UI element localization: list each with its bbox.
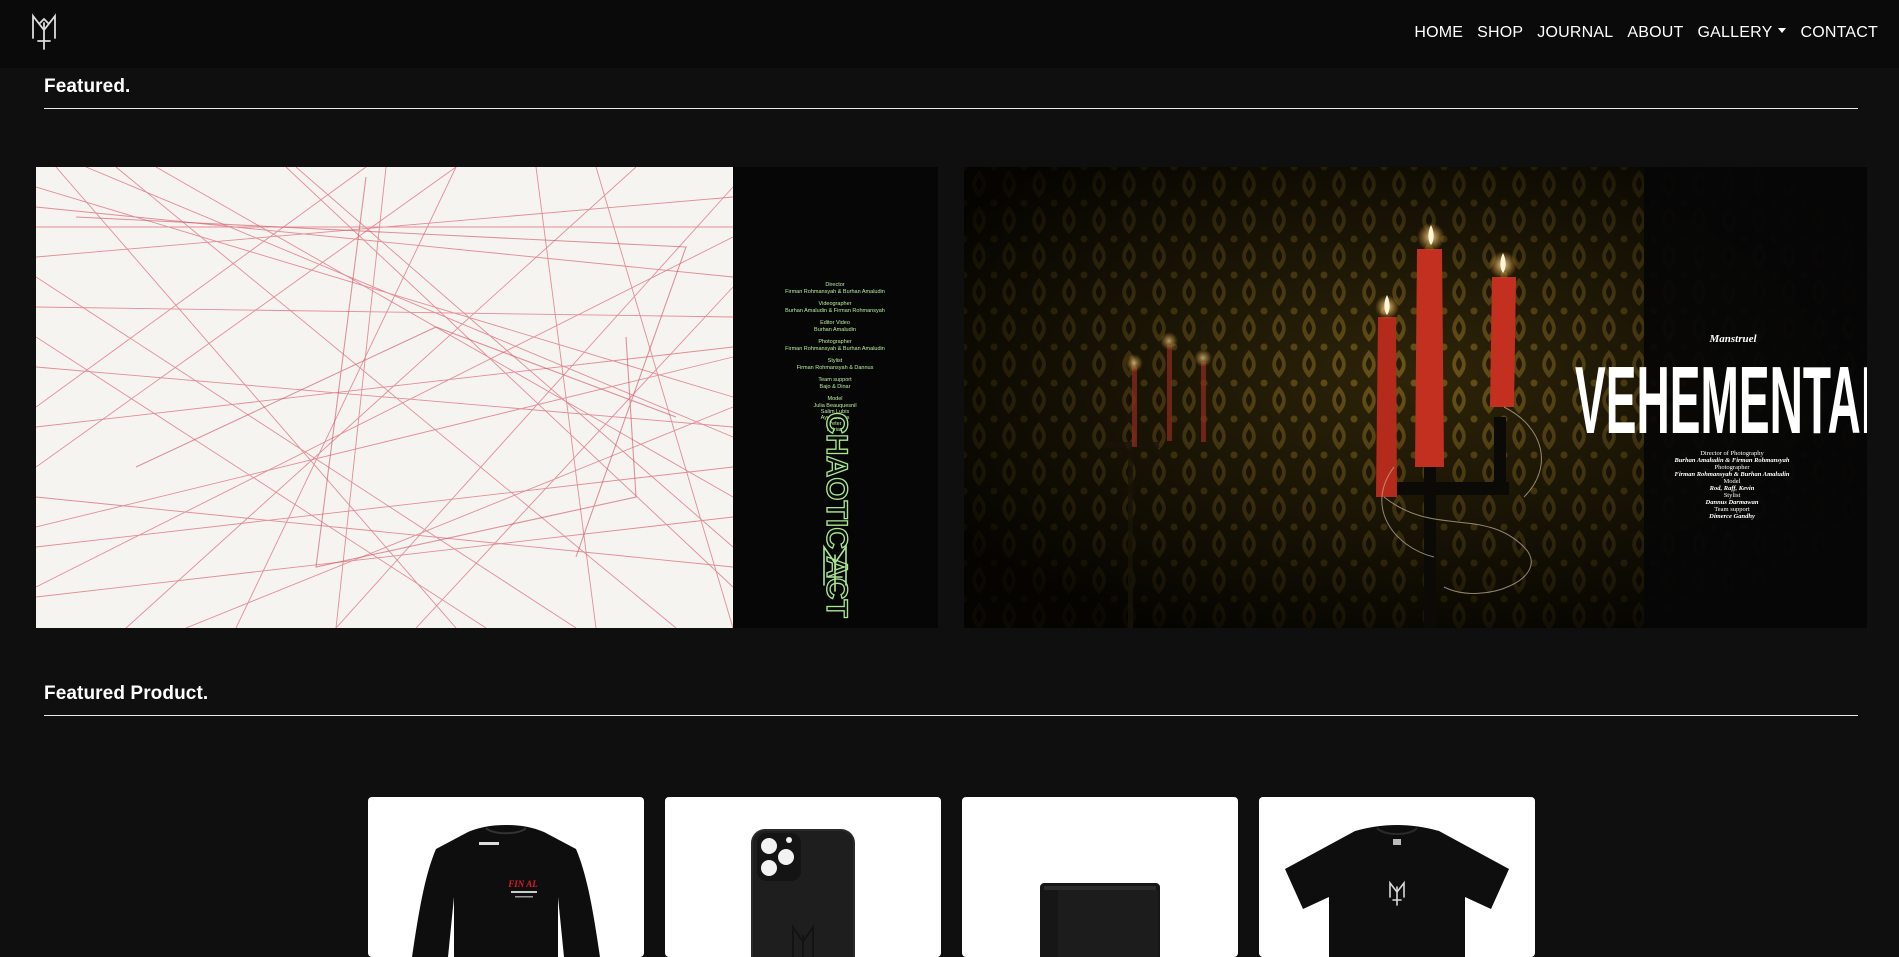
nav-gallery-dropdown[interactable]: GALLERY — [1691, 24, 1794, 42]
credit-model-role: Model — [828, 396, 843, 402]
vehemental-credit-7: Stylist — [1724, 492, 1741, 499]
credit-stylist-role: Stylist — [828, 358, 843, 364]
product-card-tshirt[interactable] — [1259, 797, 1535, 957]
featured-divider — [44, 108, 1858, 109]
vehemental-artwork: Manstruel VEHEMENTAL Director of Photogr… — [964, 167, 1867, 628]
nav-home[interactable]: HOME — [1407, 24, 1470, 42]
featured-heading: Featured. — [44, 76, 131, 97]
tshirt-icon — [1285, 825, 1509, 957]
vehemental-credit-9: Team support — [1714, 506, 1750, 513]
product-1-print-text: FIN AL — [507, 879, 538, 889]
phone-case-icon — [751, 829, 855, 957]
nav-contact[interactable]: CONTACT — [1793, 24, 1885, 42]
vehemental-credit-1: Director of Photography — [1700, 450, 1764, 457]
credit-director-names: Firman Rohmansyah & Burhan Amaludin — [785, 289, 885, 295]
vehemental-small-title: Manstruel — [1708, 333, 1757, 345]
nav-about[interactable]: ABOUT — [1620, 24, 1690, 42]
chaotic-act-artwork: Director Firman Rohmansyah & Burhan Amal… — [36, 167, 938, 628]
vehemental-credit-5: Model — [1724, 478, 1741, 485]
vehemental-big-title: VEHEMENTAL — [1575, 346, 1867, 453]
featured-card-chaotic-act[interactable]: Director Firman Rohmansyah & Burhan Amal… — [36, 167, 938, 628]
featured-card-vehemental[interactable]: Manstruel VEHEMENTAL Director of Photogr… — [964, 167, 1867, 628]
caret-down-icon — [1778, 28, 1787, 34]
nav-journal[interactable]: JOURNAL — [1530, 24, 1620, 42]
chaotic-act-vertical-title: CHAOTIC ACT — [820, 412, 853, 618]
vehemental-credit-4: Firman Rohmansyah & Burhan Amaludin — [1674, 471, 1789, 478]
vehemental-credit-6: Rod, Raff, Kevin — [1709, 485, 1755, 492]
featured-product-heading: Featured Product. — [44, 683, 209, 704]
product-card-long-sleeve[interactable]: FIN AL — [368, 797, 644, 957]
credit-editor-names: Burhan Amaludin — [814, 327, 856, 333]
vehemental-credit-10: Dimerce Gandhy — [1708, 513, 1755, 520]
wallet-icon — [1040, 883, 1160, 957]
credit-videographer-names: Burhan Amaludin & Firman Rohmansyah — [785, 308, 885, 314]
credit-director-role: Director — [825, 282, 844, 288]
featured-product-divider — [44, 715, 1858, 716]
product-card-wallet[interactable] — [962, 797, 1238, 957]
credit-team-names: Bajo & Dinar — [820, 384, 851, 390]
trident-m-logo-icon — [32, 13, 56, 50]
vehemental-credit-2: Burhan Amaludin & Firman Rohmansyah — [1673, 457, 1789, 464]
credit-photographer-role: Photographer — [818, 339, 851, 345]
credit-stylist-names: Firman Rohmansyah & Dannus — [797, 365, 874, 371]
vehemental-credit-3: Photographer — [1714, 464, 1750, 471]
main-nav: HOME SHOP JOURNAL ABOUT GALLERY CONTACT — [1407, 0, 1885, 66]
brand-logo[interactable] — [28, 11, 60, 51]
credit-team-role: Team support — [818, 377, 852, 383]
product-card-phone-case[interactable] — [665, 797, 941, 957]
credit-videographer-role: Videographer — [819, 301, 852, 307]
nav-shop[interactable]: SHOP — [1470, 24, 1530, 42]
product-grid: FIN AL — [368, 797, 1535, 957]
credit-photographer-names: Firman Rohmansyah & Burhan Amaludin — [785, 346, 885, 352]
navbar: HOME SHOP JOURNAL ABOUT GALLERY CONTACT — [0, 0, 1899, 68]
credit-editor-role: Editor Video — [820, 320, 850, 326]
long-sleeve-shirt-icon: FIN AL — [412, 825, 600, 957]
nav-gallery-label: GALLERY — [1697, 24, 1773, 41]
vehemental-credit-8: Dannus Darmawan — [1705, 499, 1759, 506]
